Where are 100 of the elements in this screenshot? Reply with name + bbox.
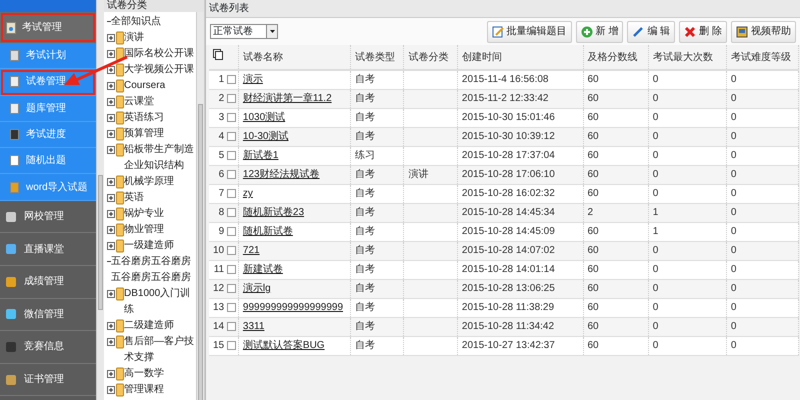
checkbox[interactable] <box>226 322 236 331</box>
paper-name-link[interactable]: 1030测试 <box>242 112 286 123</box>
tree-item[interactable]: 五谷磨房五谷磨房五谷磨房五谷磨房 <box>111 254 196 286</box>
table-cell: 0 <box>730 245 736 256</box>
table-cell: 1 <box>652 207 658 218</box>
table-cell: 2015-10-28 17:06:10 <box>462 169 555 180</box>
table-cell: 60 <box>588 188 599 199</box>
tree-item[interactable]: 一级建造师 <box>124 238 196 254</box>
document-icon <box>6 22 16 34</box>
toolbar-button[interactable]: 编 辑 <box>627 20 676 42</box>
table-cell: 2 <box>588 207 594 218</box>
tile-icon <box>5 374 17 386</box>
checkbox[interactable] <box>226 112 236 122</box>
toolbar-button[interactable]: 新 增 <box>576 20 624 42</box>
row-number: 8 <box>218 207 224 218</box>
checkbox[interactable] <box>226 188 236 198</box>
tree-item[interactable]: 管理课程 <box>124 382 196 398</box>
tile-icon <box>5 210 17 223</box>
paper-name-link[interactable]: 721 <box>242 245 260 256</box>
row-number: 12 <box>213 283 224 294</box>
scrollbar[interactable] <box>196 12 204 400</box>
toolbar-button[interactable]: 视频帮助 <box>731 20 796 42</box>
tree-item[interactable]: 锅炉专业 <box>124 206 196 222</box>
table-cell: 0 <box>730 226 736 237</box>
table-cell: 0 <box>730 188 736 199</box>
table-cell: 60 <box>588 340 599 351</box>
table-cell: 自考 <box>354 245 375 256</box>
table-cell: 2015-10-28 14:45:34 <box>462 207 555 218</box>
table-cell: 0 <box>730 207 736 218</box>
checkbox[interactable] <box>226 284 236 293</box>
checkbox[interactable] <box>226 208 236 217</box>
checkbox[interactable] <box>226 302 236 312</box>
paper-name-link[interactable]: 新试卷1 <box>242 150 278 161</box>
paper-name-link[interactable]: 新建试卷 <box>242 264 283 275</box>
table-cell: 60 <box>588 150 599 161</box>
paper-name-link[interactable]: 999999999999999999 <box>242 302 344 313</box>
table-cell: 2015-10-28 16:02:32 <box>462 188 555 199</box>
table-cell: 2015-10-27 13:42:37 <box>462 340 555 351</box>
column-header: 及格分数线 <box>583 45 648 70</box>
filter-value: 正常试卷 <box>213 24 253 39</box>
document-icon <box>10 102 19 114</box>
row-number: 11 <box>214 264 224 275</box>
tree-item[interactable]: 售后部—客户技术支撑 <box>124 334 196 366</box>
tree-item[interactable]: 英语 <box>124 190 196 206</box>
tree-item[interactable]: DB1000入门训练 <box>124 286 196 318</box>
tree-item[interactable]: 大学视频公开课 <box>124 62 196 78</box>
tree-item[interactable]: 物业管理 <box>124 222 196 238</box>
checkbox[interactable] <box>226 75 236 84</box>
table-cell: 0 <box>730 150 736 161</box>
paper-name-link[interactable]: 演示lg <box>242 283 271 294</box>
row-number: 3 <box>218 112 224 123</box>
checkbox[interactable] <box>226 150 236 160</box>
tree-item[interactable]: 高一数学 <box>124 366 196 382</box>
sidebar-header[interactable]: 考试管理 <box>0 12 96 43</box>
paper-name-link[interactable]: 测试默认答案BUG <box>242 340 325 351</box>
checkbox[interactable] <box>226 170 236 179</box>
table-cell: 2015-11-2 12:33:42 <box>462 93 548 104</box>
tree-item[interactable]: 演讲 <box>124 30 196 46</box>
table-cell: 60 <box>588 321 599 332</box>
row-number: 2 <box>218 93 224 104</box>
checkbox[interactable] <box>226 132 236 141</box>
toolbar-button[interactable]: 删 除 <box>679 20 727 42</box>
tree-item[interactable]: 机械学原理 <box>124 174 196 190</box>
paper-name-link[interactable]: zy <box>242 188 253 199</box>
row-number: 14 <box>213 321 224 332</box>
tree-line-icon <box>107 261 111 262</box>
scrollbar[interactable] <box>96 0 104 400</box>
table-cell: 0 <box>730 340 736 351</box>
table-cell: 自考 <box>354 188 375 199</box>
tile-icon <box>5 276 17 288</box>
checkbox[interactable] <box>226 226 236 236</box>
tree-item[interactable]: 国际名校公开课 <box>124 46 196 62</box>
table-cell: 0 <box>730 302 736 313</box>
table-cell: 0 <box>730 321 736 332</box>
tree-item[interactable]: 全部知识点 <box>111 14 196 30</box>
paper-name-link[interactable]: 演示 <box>242 74 263 86</box>
filter-dropdown[interactable]: 正常试卷 <box>210 24 278 39</box>
checkbox[interactable] <box>226 340 236 350</box>
tree-item[interactable]: 铅板带生产制造企业知识结构 <box>124 142 196 174</box>
sidebar-item[interactable]: 微信管理 <box>0 298 96 332</box>
table-cell: 自考 <box>354 264 375 275</box>
paper-name-link[interactable]: 随机新试卷 <box>242 226 293 237</box>
table-cell: 0 <box>730 74 736 86</box>
tree-item[interactable]: Coursera <box>124 78 196 94</box>
table-cell: 2015-10-28 11:38:29 <box>462 302 554 313</box>
table-cell: 自考 <box>354 321 375 332</box>
video-icon <box>736 26 748 38</box>
edit-list-icon <box>492 26 504 38</box>
toolbar-button[interactable]: 批量编辑题目 <box>486 20 572 42</box>
row-number: 6 <box>218 169 224 180</box>
tree-item[interactable]: 英语练习 <box>124 110 196 126</box>
tree-item[interactable]: 云课堂 <box>124 94 196 110</box>
checkbox[interactable] <box>226 94 236 103</box>
checkbox[interactable] <box>226 264 236 274</box>
tree-item[interactable]: 二级建造师 <box>124 318 196 334</box>
tree-item[interactable]: 预算管理 <box>124 126 196 142</box>
paper-name-link[interactable]: 3311 <box>242 321 264 332</box>
column-header: 试卷分类 <box>404 45 458 70</box>
row-number: 15 <box>213 340 224 351</box>
checkbox[interactable] <box>226 246 236 255</box>
